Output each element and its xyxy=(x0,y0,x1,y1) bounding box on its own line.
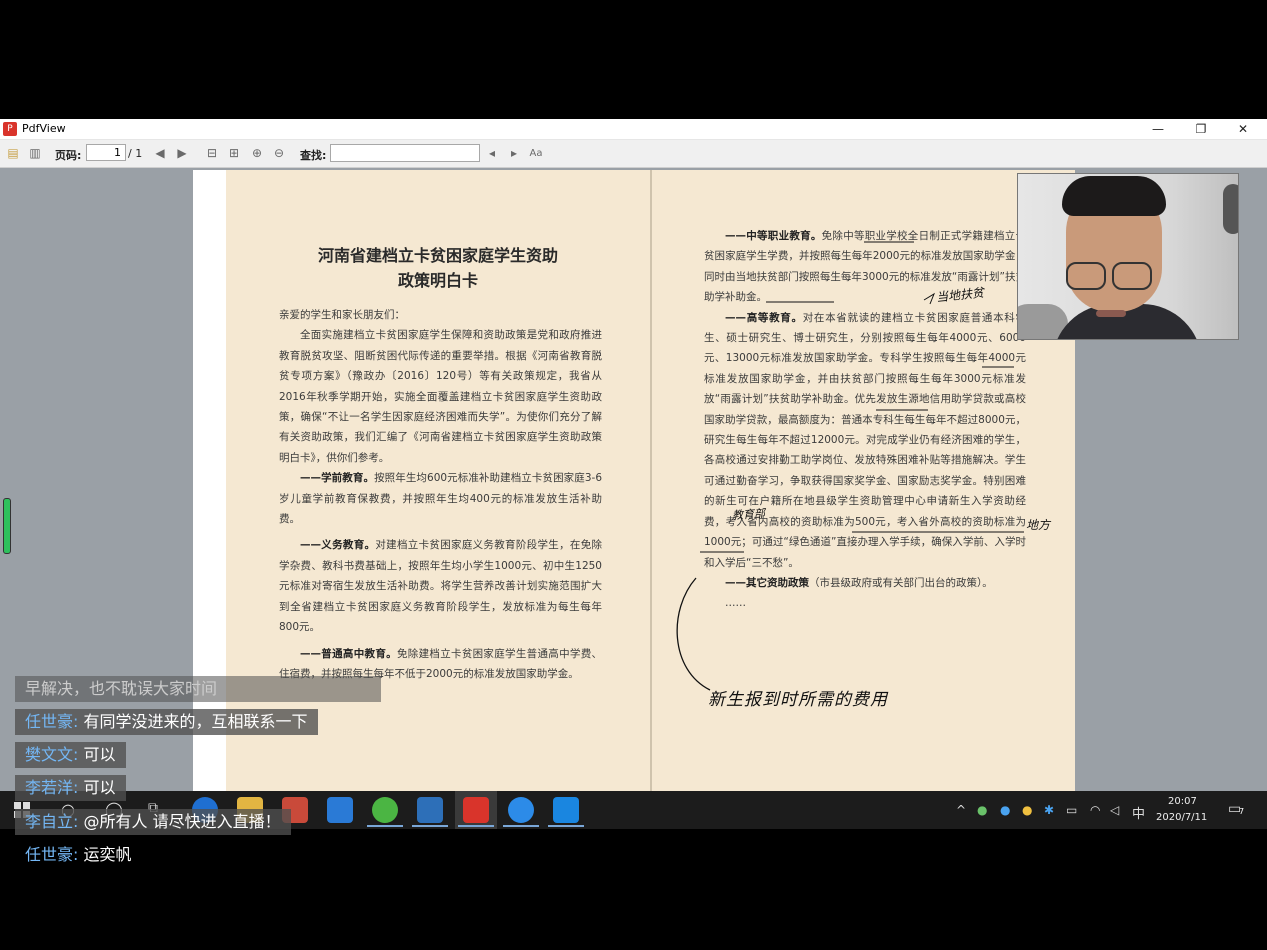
volume-icon[interactable]: ◁ xyxy=(1110,803,1119,817)
window-title: PdfView xyxy=(22,122,66,135)
intro-paragraph: 全面实施建档立卡贫困家庭学生保障和资助政策是党和政府推进教育脱贫攻坚、阻断贫困代… xyxy=(279,329,602,464)
ime-indicator[interactable]: 中 xyxy=(1132,803,1145,822)
title-bar[interactable]: P PdfView — ❐ ✕ xyxy=(0,119,1267,140)
next-page-icon[interactable]: ▶ xyxy=(174,146,190,161)
browser-360-icon[interactable] xyxy=(372,797,398,823)
pdf-app-icon: P xyxy=(3,122,17,136)
fit-width-icon[interactable]: ⊞ xyxy=(226,146,242,161)
print-icon[interactable]: ▥ xyxy=(27,146,43,161)
page-number-input[interactable] xyxy=(86,144,126,161)
toolbar: ▤ ▥ 页码: / 1 ◀ ▶ ⊟ ⊞ ⊕ ⊖ 查找: ◂ ▸ Aa xyxy=(0,140,1267,168)
find-prev-icon[interactable]: ◂ xyxy=(484,146,500,161)
bluetooth-icon[interactable]: ✱ xyxy=(1044,803,1054,817)
computer-icon[interactable] xyxy=(417,797,443,823)
notification-icon[interactable]: ▭ 7 xyxy=(1228,801,1248,819)
match-case-icon[interactable]: Aa xyxy=(528,146,544,161)
wifi-icon[interactable]: ◠ xyxy=(1090,803,1100,817)
zoom-in-icon[interactable]: ⊕ xyxy=(249,146,265,161)
page-total: / 1 xyxy=(128,147,143,160)
compulsory-paragraph: ——义务教育。对建档立卡贫困家庭义务教育阶段学生，在免除学杂费、教科书费基础上，… xyxy=(279,539,603,634)
open-file-icon[interactable]: ▤ xyxy=(5,146,21,161)
close-button[interactable]: ✕ xyxy=(1228,120,1258,138)
battery-icon[interactable]: ▭ xyxy=(1066,803,1077,817)
side-handle[interactable] xyxy=(3,498,11,554)
doc-title-line1: 河南省建档立卡贫困家庭学生资助 xyxy=(317,246,558,265)
zoom-out-icon[interactable]: ⊖ xyxy=(271,146,287,161)
minimize-button[interactable]: — xyxy=(1143,120,1173,138)
chat-message: 李若洋: 可以 xyxy=(15,775,126,801)
prev-page-icon[interactable]: ◀ xyxy=(152,146,168,161)
chat-message: 任世豪: 运奕帆 xyxy=(25,845,132,864)
tray-app-icon[interactable]: ● xyxy=(1000,803,1010,817)
live-stream-app-icon[interactable] xyxy=(553,797,579,823)
preschool-paragraph: ——学前教育。按照年生均600元标准补助建档立卡贫困家庭3-6岁儿童学前教育保教… xyxy=(279,472,602,526)
chat-message: 任世豪: 有同学没进来的，互相联系一下 xyxy=(15,709,318,735)
notification-count: 7 xyxy=(1239,807,1245,816)
pdfview-taskbar-icon[interactable] xyxy=(463,797,489,823)
page-label: 页码: xyxy=(55,149,82,162)
find-input[interactable] xyxy=(330,144,480,162)
clock-date[interactable]: 2020/7/11 xyxy=(1156,812,1207,823)
tray-app-icon[interactable]: ● xyxy=(1022,803,1032,817)
clock-time[interactable]: 20:07 xyxy=(1168,796,1197,807)
chat-message: 早解决，也不耽误大家时间 xyxy=(15,676,381,702)
right-page: ——中等职业教育。免除中等职业学校全日制正式学籍建档立卡贫困家庭学生学费，并按照… xyxy=(652,170,1075,791)
chat-message: 李自立: @所有人 请尽快进入直播！ xyxy=(15,809,291,835)
chevron-up-icon[interactable]: ^ xyxy=(956,803,966,817)
doc-title-line2: 政策明白卡 xyxy=(397,271,478,290)
chat-message: 樊文文: 可以 xyxy=(15,742,126,768)
greeting: 亲爱的学生和家长朋友们： xyxy=(279,309,405,321)
mail-icon[interactable] xyxy=(327,797,353,823)
webcam-video xyxy=(1017,173,1239,340)
ink-annotations xyxy=(676,241,1024,691)
find-next-icon[interactable]: ▸ xyxy=(506,146,522,161)
fit-page-icon[interactable]: ⊟ xyxy=(204,146,220,161)
find-label: 查找: xyxy=(300,149,327,162)
restore-button[interactable]: ❐ xyxy=(1186,120,1216,138)
messenger-icon[interactable] xyxy=(508,797,534,823)
wechat-icon[interactable]: ● xyxy=(977,803,987,817)
